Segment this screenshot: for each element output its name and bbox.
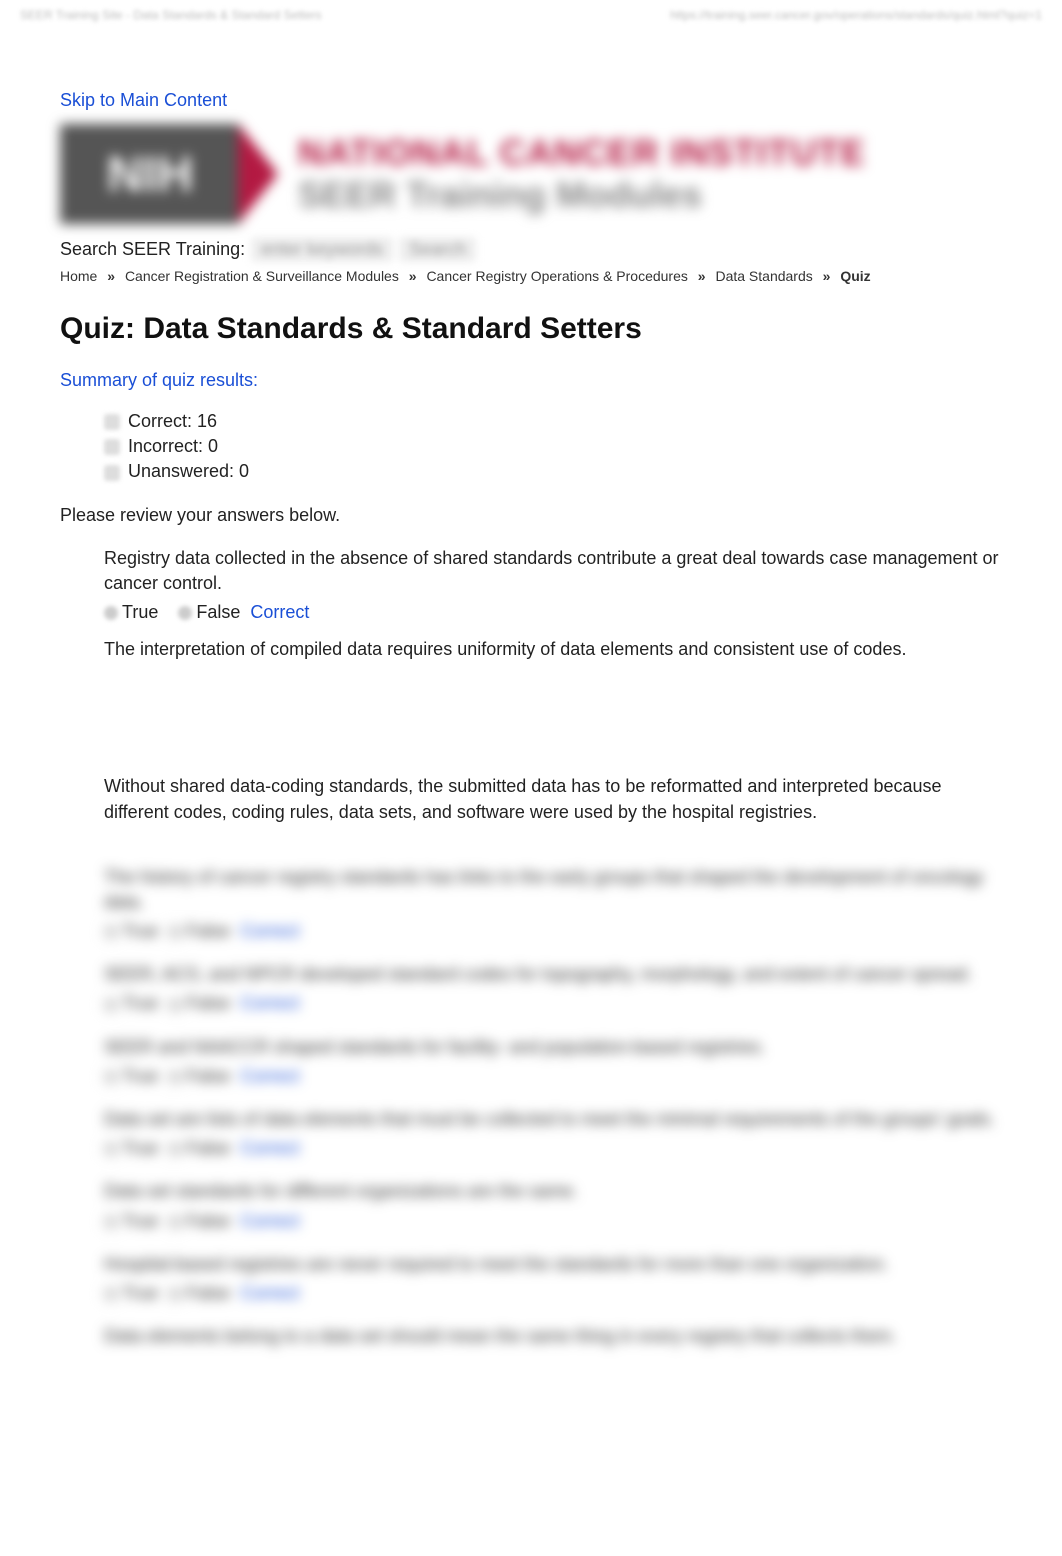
summary-correct: Correct: 16 bbox=[104, 409, 1002, 434]
radio-icon[interactable] bbox=[168, 925, 182, 939]
chevron-right-icon: » bbox=[823, 268, 831, 284]
answer-row: True False Correct bbox=[104, 600, 1002, 625]
question-text: Registry data collected in the absence o… bbox=[104, 546, 1002, 596]
question-text: SEER and NAACCR shaped standards for fac… bbox=[104, 1035, 1002, 1060]
radio-icon[interactable] bbox=[168, 998, 182, 1012]
radio-icon[interactable] bbox=[104, 925, 118, 939]
question-5: SEER, ACS, and NPCR developed standard c… bbox=[104, 962, 1002, 1016]
summary-unanswered: Unanswered: 0 bbox=[104, 459, 1002, 484]
banner-text: NATIONAL CANCER INSTITUTE SEER Training … bbox=[278, 132, 866, 216]
blurred-section: The history of cancer registry standards… bbox=[104, 865, 1002, 1350]
search-button[interactable]: Search bbox=[399, 237, 476, 262]
radio-icon[interactable] bbox=[168, 1215, 182, 1229]
radio-icon[interactable] bbox=[104, 998, 118, 1012]
search-bar: Search SEER Training: enter keywords Sea… bbox=[60, 237, 1002, 262]
question-text: The history of cancer registry standards… bbox=[104, 865, 1002, 915]
radio-icon[interactable] bbox=[104, 606, 118, 620]
chevron-right-icon: » bbox=[107, 268, 115, 284]
question-text: SEER, ACS, and NPCR developed standard c… bbox=[104, 962, 1002, 987]
radio-icon[interactable] bbox=[104, 1287, 118, 1301]
option-false[interactable]: False bbox=[196, 602, 240, 622]
breadcrumb: Home » Cancer Registration & Surveillanc… bbox=[60, 268, 1002, 284]
skip-link[interactable]: Skip to Main Content bbox=[60, 90, 227, 110]
question-7: Data set are lists of data elements that… bbox=[104, 1107, 1002, 1161]
question-1: Registry data collected in the absence o… bbox=[104, 546, 1002, 626]
radio-icon[interactable] bbox=[178, 606, 192, 620]
search-label: Search SEER Training: bbox=[60, 239, 245, 260]
crumb-current: Quiz bbox=[840, 268, 870, 284]
crumb-3[interactable]: Data Standards bbox=[715, 268, 812, 284]
header-meta: SEER Training Site - Data Standards & St… bbox=[0, 0, 1062, 30]
radio-icon[interactable] bbox=[168, 1287, 182, 1301]
question-4: The history of cancer registry standards… bbox=[104, 865, 1002, 945]
search-input[interactable]: enter keywords bbox=[251, 237, 393, 262]
radio-icon[interactable] bbox=[104, 1142, 118, 1156]
question-text: Data elements belong to a data set shoul… bbox=[104, 1324, 1002, 1349]
crumb-1[interactable]: Cancer Registration & Surveillance Modul… bbox=[125, 268, 399, 284]
banner-site: SEER Training Modules bbox=[298, 174, 866, 216]
page-title: Quiz: Data Standards & Standard Setters bbox=[60, 312, 1002, 346]
bullet-icon bbox=[104, 414, 120, 430]
nih-logo: NIH bbox=[60, 124, 240, 224]
radio-icon[interactable] bbox=[104, 1070, 118, 1084]
page-content: Skip to Main Content NIH NATIONAL CANCER… bbox=[0, 30, 1062, 1407]
question-text: Without shared data-coding standards, th… bbox=[104, 774, 1002, 824]
bullet-icon bbox=[104, 439, 120, 455]
summary-heading: Summary of quiz results: bbox=[60, 370, 1002, 391]
question-text: Data set are lists of data elements that… bbox=[104, 1107, 1002, 1132]
question-text: Hospital-based registries are never requ… bbox=[104, 1252, 1002, 1277]
chevron-right-icon: » bbox=[409, 268, 417, 284]
correct-label: Correct bbox=[250, 602, 309, 622]
chevron-right-icon: » bbox=[698, 268, 706, 284]
question-10: Data elements belong to a data set shoul… bbox=[104, 1324, 1002, 1349]
chevron-icon bbox=[238, 124, 278, 224]
bullet-icon bbox=[104, 465, 120, 481]
questions-list: Registry data collected in the absence o… bbox=[104, 546, 1002, 1350]
review-instruction: Please review your answers below. bbox=[60, 505, 1002, 526]
question-text: The interpretation of compiled data requ… bbox=[104, 637, 1002, 662]
crumb-home[interactable]: Home bbox=[60, 268, 97, 284]
question-3: Without shared data-coding standards, th… bbox=[104, 774, 1002, 824]
radio-icon[interactable] bbox=[168, 1070, 182, 1084]
radio-icon[interactable] bbox=[104, 1215, 118, 1229]
summary-list: Correct: 16 Incorrect: 0 Unanswered: 0 bbox=[104, 409, 1002, 485]
option-true[interactable]: True bbox=[122, 602, 158, 622]
question-2: The interpretation of compiled data requ… bbox=[104, 637, 1002, 662]
radio-icon[interactable] bbox=[168, 1142, 182, 1156]
header-right: https://training.seer.cancer.gov/operati… bbox=[670, 8, 1042, 22]
site-banner: NIH NATIONAL CANCER INSTITUTE SEER Train… bbox=[60, 119, 1002, 229]
question-text: Data set standards for different organiz… bbox=[104, 1179, 1002, 1204]
question-8: Data set standards for different organiz… bbox=[104, 1179, 1002, 1233]
header-left: SEER Training Site - Data Standards & St… bbox=[20, 8, 322, 22]
banner-org: NATIONAL CANCER INSTITUTE bbox=[298, 132, 866, 174]
question-9: Hospital-based registries are never requ… bbox=[104, 1252, 1002, 1306]
question-6: SEER and NAACCR shaped standards for fac… bbox=[104, 1035, 1002, 1089]
summary-incorrect: Incorrect: 0 bbox=[104, 434, 1002, 459]
crumb-2[interactable]: Cancer Registry Operations & Procedures bbox=[426, 268, 687, 284]
